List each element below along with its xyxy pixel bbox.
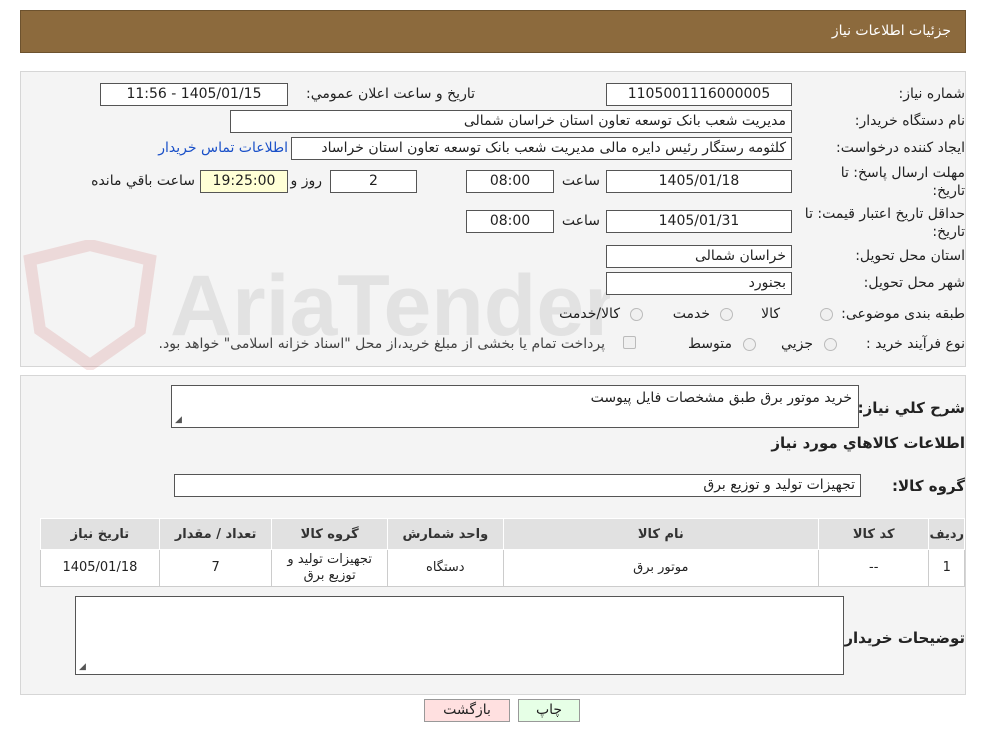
remaining-time-field: 19:25:00 — [200, 170, 288, 193]
purchase-medium-radio[interactable] — [743, 338, 756, 351]
col-name: نام کالا — [502, 518, 819, 550]
purchase-medium-label: متوسط — [688, 336, 732, 352]
category-service-radio[interactable] — [720, 308, 733, 321]
announce-datetime-field: 1405/01/15 - 11:56 — [100, 83, 288, 106]
cell-unit: دستگاه — [387, 549, 504, 587]
col-date: تاريخ نياز — [40, 518, 160, 550]
goods-group-field: تجهیزات تولید و توزیع برق — [174, 474, 861, 497]
category-service-label: خدمت — [672, 306, 710, 322]
price-time-label: ساعت — [561, 213, 600, 229]
price-validity-time: 08:00 — [466, 210, 554, 233]
requester-label: ايجاد کننده درخواست: — [836, 140, 965, 156]
buyer-notes-label: توضيحات خريدار: — [838, 629, 965, 647]
reply-days-label: روز و — [290, 173, 323, 189]
purchase-minor-label: جزيي — [781, 336, 813, 352]
col-code: کد کالا — [817, 518, 930, 550]
category-label: طبقه بندی موضوعی: — [841, 306, 965, 322]
reply-deadline-label-1: مهلت ارسال پاسخ: تا — [840, 165, 965, 181]
col-qty: تعداد / مقدار — [158, 518, 273, 550]
treasury-checkbox[interactable] — [623, 336, 636, 349]
price-validity-label-2: تاريخ: — [932, 224, 965, 240]
delivery-province-label: استان محل تحويل: — [855, 248, 965, 264]
description-textarea[interactable]: خرید موتور برق طبق مشخصات فایل پیوست ◢ — [171, 385, 859, 428]
items-section-title: اطلاعات کالاهاي مورد نياز — [771, 434, 965, 452]
delivery-city-label: شهر محل تحويل: — [863, 275, 965, 291]
reply-time-label: ساعت — [561, 173, 600, 189]
description-label: شرح کلي نياز: — [857, 399, 965, 417]
col-unit: واحد شمارش — [387, 518, 504, 550]
purchase-type-label: نوع فرآيند خريد : — [866, 336, 965, 352]
category-goods-service-label: کالا/خدمت — [559, 306, 620, 322]
delivery-city-field: بجنورد — [606, 272, 792, 295]
goods-group-label: گروه کالا: — [892, 477, 965, 495]
category-goods-radio[interactable] — [820, 308, 833, 321]
back-button[interactable]: بازگشت — [424, 699, 510, 722]
reply-deadline-time: 08:00 — [466, 170, 554, 193]
purchase-minor-radio[interactable] — [824, 338, 837, 351]
buyer-notes-textarea[interactable]: ◢ — [75, 596, 844, 675]
cell-code: -- — [817, 549, 930, 587]
cell-name: موتور برق — [502, 549, 819, 587]
col-group: گروه کالا — [271, 518, 388, 550]
cell-qty: 7 — [158, 549, 273, 587]
page-title: جزئیات اطلاعات نیاز — [831, 23, 951, 39]
requester-field: کلثومه رستگار رئیس دایره مالی مدیریت شعب… — [291, 137, 792, 160]
delivery-province-field: خراسان شمالی — [606, 245, 792, 268]
treasury-note: پرداخت تمام يا بخشی از مبلغ خريد،از محل … — [158, 336, 605, 352]
items-table: رديف کد کالا نام کالا واحد شمارش گروه کا… — [40, 518, 965, 587]
reply-deadline-label-2: تاريخ: — [932, 183, 965, 199]
page-header: جزئیات اطلاعات نیاز — [20, 10, 966, 53]
price-validity-label-1: حداقل تاريخ اعتبار قيمت: تا — [804, 206, 965, 222]
announce-datetime-label: تاریخ و ساعت اعلان عمومي: — [306, 86, 475, 102]
description-text: خرید موتور برق طبق مشخصات فایل پیوست — [590, 390, 852, 406]
reply-deadline-date: 1405/01/18 — [606, 170, 792, 193]
items-table-header: رديف کد کالا نام کالا واحد شمارش گروه کا… — [40, 518, 965, 550]
need-number-label: شماره نیاز: — [898, 86, 966, 102]
table-row: 1 -- موتور برق دستگاه تجهیزات تولید و تو… — [40, 549, 965, 587]
need-number-field: 1105001116000005 — [606, 83, 792, 106]
cell-date: 1405/01/18 — [40, 549, 160, 587]
reply-days-field: 2 — [330, 170, 417, 193]
col-row: رديف — [928, 518, 965, 550]
buyer-contact-link[interactable]: اطلاعات تماس خریدار — [158, 140, 288, 156]
category-goods-label: کالا — [761, 306, 780, 322]
buyer-org-label: نام دستگاه خريدار: — [854, 113, 965, 129]
price-validity-date: 1405/01/31 — [606, 210, 792, 233]
buyer-org-field: مدیریت شعب بانک توسعه تعاون استان خراسان… — [230, 110, 792, 133]
category-goods-service-radio[interactable] — [630, 308, 643, 321]
resize-grip-icon[interactable]: ◢ — [79, 662, 86, 672]
cell-group: تجهیزات تولید و توزیع برق — [271, 549, 388, 587]
remaining-time-label: ساعت باقي مانده — [91, 173, 195, 189]
cell-row: 1 — [928, 549, 965, 587]
resize-grip-icon[interactable]: ◢ — [175, 415, 182, 425]
print-button[interactable]: چاپ — [518, 699, 580, 722]
